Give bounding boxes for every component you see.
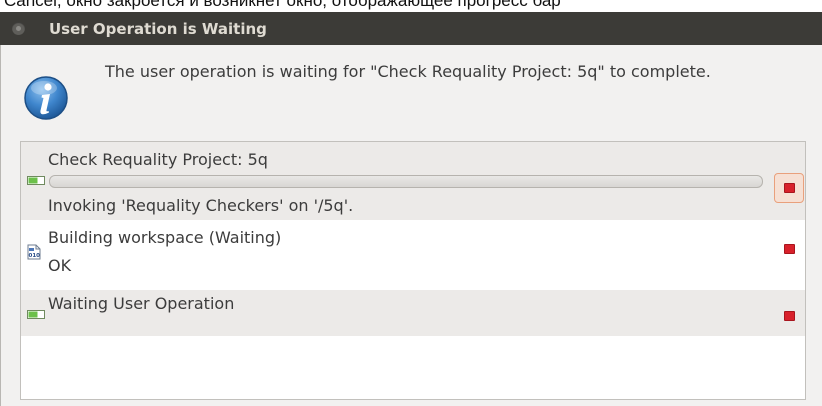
waiting-message: The user operation is waiting for "Check… (105, 62, 711, 81)
progress-job-icon (27, 176, 45, 185)
operation-name: Check Requality Project: 5q (48, 150, 268, 169)
stop-icon (783, 244, 795, 254)
stop-icon (783, 183, 795, 193)
stop-button[interactable] (774, 301, 804, 331)
list-item-operation-1[interactable]: Check Requality Project: 5q Invoking 'Re… (21, 142, 805, 220)
stop-button[interactable] (774, 173, 804, 203)
window-close-button[interactable] (12, 22, 25, 35)
stop-button[interactable] (774, 234, 804, 264)
operation-progress-bar (49, 175, 763, 188)
caption-strip: Cancel, окно закроется и возникнет окно,… (0, 0, 822, 12)
list-item-operation-2[interactable]: Building workspace (Waiting) 010 OK (21, 220, 805, 290)
stop-icon (783, 311, 795, 321)
operation-name: Building workspace (Waiting) (48, 228, 282, 247)
operation-detail: Invoking 'Requality Checkers' on '/5q'. (48, 196, 354, 215)
dialog-body: The user operation is waiting for "Check… (0, 45, 822, 406)
operation-name: Waiting User Operation (48, 294, 235, 313)
svg-text:010: 010 (29, 253, 41, 259)
info-icon (24, 76, 68, 120)
list-item-operation-3[interactable]: Waiting User Operation (21, 290, 805, 336)
build-binary-icon: 010 (27, 244, 41, 260)
window-titlebar[interactable]: User Operation is Waiting (0, 12, 822, 45)
caption-text: Cancel, окно закроется и возникнет окно,… (4, 0, 561, 10)
progress-job-icon (27, 310, 45, 319)
progress-list[interactable]: Check Requality Project: 5q Invoking 'Re… (20, 141, 806, 400)
window-title: User Operation is Waiting (49, 19, 267, 38)
operation-detail: OK (48, 256, 72, 275)
